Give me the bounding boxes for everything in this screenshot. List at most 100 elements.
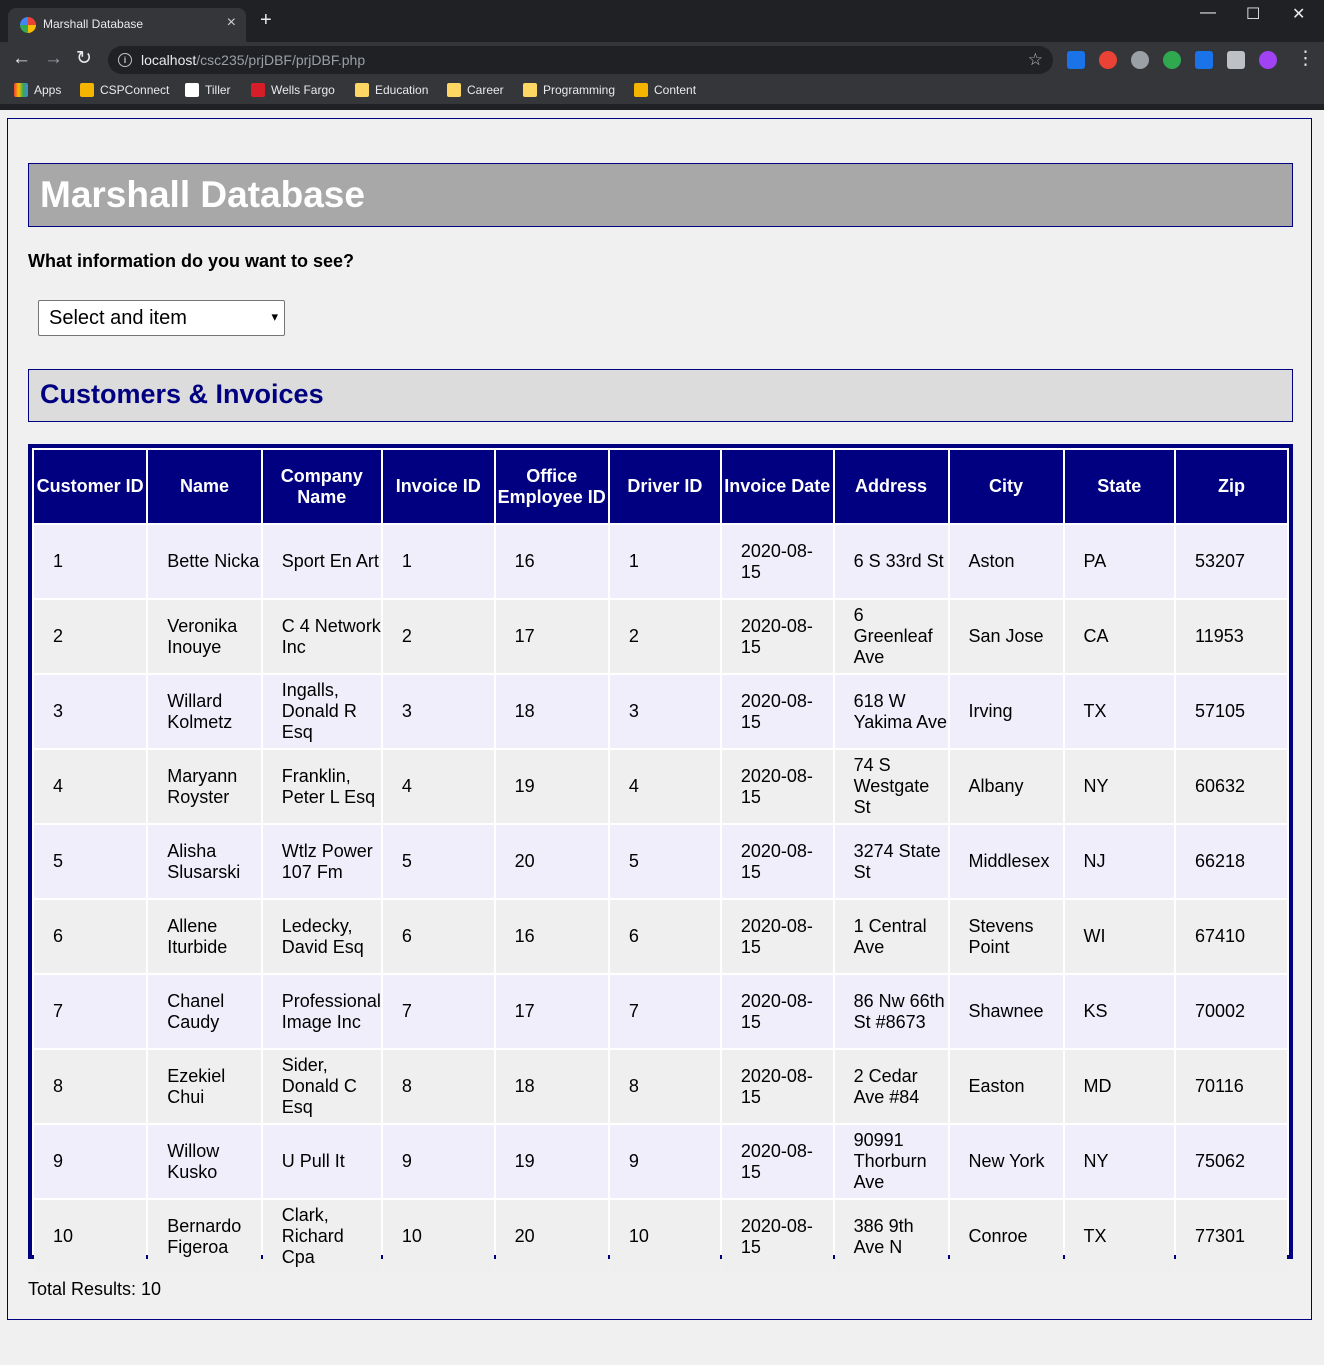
table-cell: 3 — [609, 675, 720, 748]
extension-red-icon[interactable] — [1099, 51, 1117, 69]
url-text: localhost/csc235/prjDBF/prjDBF.php — [141, 46, 365, 74]
bookmark-career[interactable]: Career — [447, 83, 504, 97]
table-cell: Maryann Royster — [148, 750, 261, 823]
table-cell: C 4 Network Inc — [262, 600, 381, 673]
table-cell: 60632 — [1176, 750, 1287, 823]
table-cell: Irving — [949, 675, 1063, 748]
table-cell: 70116 — [1176, 1050, 1287, 1123]
table-cell: 2 — [609, 600, 720, 673]
table-cell: 16 — [495, 900, 608, 973]
item-select[interactable]: Select and item ▾ — [38, 300, 285, 336]
column-header: Office Employee ID — [495, 450, 608, 523]
table-cell: 2020-08-15 — [721, 900, 833, 973]
table-cell: 5 — [609, 825, 720, 898]
table-cell: 11953 — [1176, 600, 1287, 673]
column-header: Name — [148, 450, 261, 523]
bookmark-content[interactable]: Content — [634, 83, 696, 97]
window-close-icon[interactable]: ✕ — [1292, 4, 1305, 24]
table-cell: 20 — [495, 1200, 608, 1273]
table-cell: NJ — [1064, 825, 1175, 898]
table-row: 2 Veronika Inouye C 4 Network Inc 2 17 2 2020-… — [34, 600, 1287, 673]
bookmark-label: Career — [467, 83, 504, 97]
bookmark-cspconnect[interactable]: CSPConnect — [80, 83, 169, 97]
table-cell: 2020-08-15 — [721, 750, 833, 823]
bookmark-tiller[interactable]: Tiller — [185, 83, 231, 97]
table-cell: 1 — [382, 525, 494, 598]
table-cell: Allene Iturbide — [148, 900, 261, 973]
table-cell: 17 — [495, 975, 608, 1048]
minimize-icon[interactable]: — — [1200, 4, 1216, 22]
bookmark-education[interactable]: Education — [355, 83, 428, 97]
table-cell: Ledecky, David Esq — [262, 900, 381, 973]
bookmark-wells-fargo[interactable]: Wells Fargo — [251, 83, 335, 97]
table-row: 9 Willow Kusko U Pull It 9 19 9 2020-08-15 9099… — [34, 1125, 1287, 1198]
chevron-down-icon: ▾ — [271, 309, 278, 324]
bookmark-label: Education — [375, 83, 429, 97]
bookmark-star-icon[interactable]: ☆ — [1028, 46, 1043, 74]
extension-gray-icon[interactable] — [1131, 51, 1149, 69]
table-cell: 7 — [382, 975, 494, 1048]
menu-kebab-icon[interactable]: ⋮ — [1296, 48, 1315, 70]
table-cell: 57105 — [1176, 675, 1287, 748]
table-cell: MD — [1064, 1050, 1175, 1123]
column-header: Customer ID — [34, 450, 147, 523]
table-cell: 86 Nw 66th St #8673 — [834, 975, 948, 1048]
profile-avatar[interactable] — [1259, 51, 1277, 69]
extension-blue-icon[interactable] — [1195, 51, 1213, 69]
site-info-icon[interactable]: i — [118, 53, 132, 67]
table-cell: 19 — [495, 1125, 608, 1198]
table-cell: 7 — [34, 975, 147, 1048]
table-cell: TX — [1064, 675, 1175, 748]
table-cell: 2020-08-15 — [721, 1125, 833, 1198]
table-cell: 2020-08-15 — [721, 1200, 833, 1273]
table-header-row: Customer ID Name Company Name Invoice ID Off… — [34, 450, 1287, 523]
table-cell: 9 — [609, 1125, 720, 1198]
folder-icon — [447, 83, 461, 97]
extension-snowflake-icon[interactable] — [1067, 51, 1085, 69]
reload-icon[interactable]: ↻ — [76, 48, 92, 70]
table-cell: Ingalls, Donald R Esq — [262, 675, 381, 748]
site-favicon-icon — [20, 17, 36, 33]
table-cell: 2020-08-15 — [721, 1050, 833, 1123]
table-cell: Willow Kusko — [148, 1125, 261, 1198]
table-cell: U Pull It — [262, 1125, 381, 1198]
column-header: Address — [834, 450, 948, 523]
table-cell: 20 — [495, 825, 608, 898]
header-banner: Marshall Database — [28, 163, 1293, 227]
select-prompt: What information do you want to see? — [28, 251, 354, 271]
table-cell: Bette Nicka — [148, 525, 261, 598]
bookmark-programming[interactable]: Programming — [523, 83, 615, 97]
table-cell: Clark, Richard Cpa — [262, 1200, 381, 1273]
bookmark-label: Tiller — [205, 83, 231, 97]
table-cell: Middlesex — [949, 825, 1063, 898]
browser-tab[interactable]: Marshall Database × — [8, 8, 246, 42]
extensions-puzzle-icon[interactable] — [1227, 51, 1245, 69]
close-tab-icon[interactable]: × — [227, 14, 236, 32]
new-tab-button[interactable]: + — [260, 10, 272, 30]
page-frame: Marshall Database What information do yo… — [7, 118, 1312, 1320]
column-header: Company Name — [262, 450, 381, 523]
forward-arrow-icon[interactable]: → — [44, 48, 63, 70]
maximize-icon[interactable]: ☐ — [1246, 4, 1260, 24]
table-cell: 5 — [34, 825, 147, 898]
table-cell: Easton — [949, 1050, 1063, 1123]
bookmark-apps[interactable]: Apps — [14, 83, 61, 97]
table-cell: 4 — [34, 750, 147, 823]
browser-toolbar: ← → ↻ i localhost/csc235/prjDBF/prjDBF.p… — [0, 42, 1324, 78]
pencil-icon — [634, 83, 648, 97]
table-cell: TX — [1064, 1200, 1175, 1273]
table-cell: 19 — [495, 750, 608, 823]
table-cell: 6 — [382, 900, 494, 973]
page-bottom — [0, 1320, 1324, 1365]
back-arrow-icon[interactable]: ← — [12, 48, 31, 70]
table-cell: 6 — [34, 900, 147, 973]
table-cell: 5 — [382, 825, 494, 898]
table-cell: Franklin, Peter L Esq — [262, 750, 381, 823]
table-cell: 53207 — [1176, 525, 1287, 598]
table-cell: 74 S Westgate St — [834, 750, 948, 823]
address-bar[interactable]: i localhost/csc235/prjDBF/prjDBF.php ☆ — [108, 46, 1053, 74]
evernote-icon[interactable] — [1163, 51, 1181, 69]
page-title: Marshall Database — [40, 174, 365, 215]
table-row: 1 Bette Nicka Sport En Art 1 16 1 2020-08-15 6 … — [34, 525, 1287, 598]
table-cell: 2020-08-15 — [721, 525, 833, 598]
